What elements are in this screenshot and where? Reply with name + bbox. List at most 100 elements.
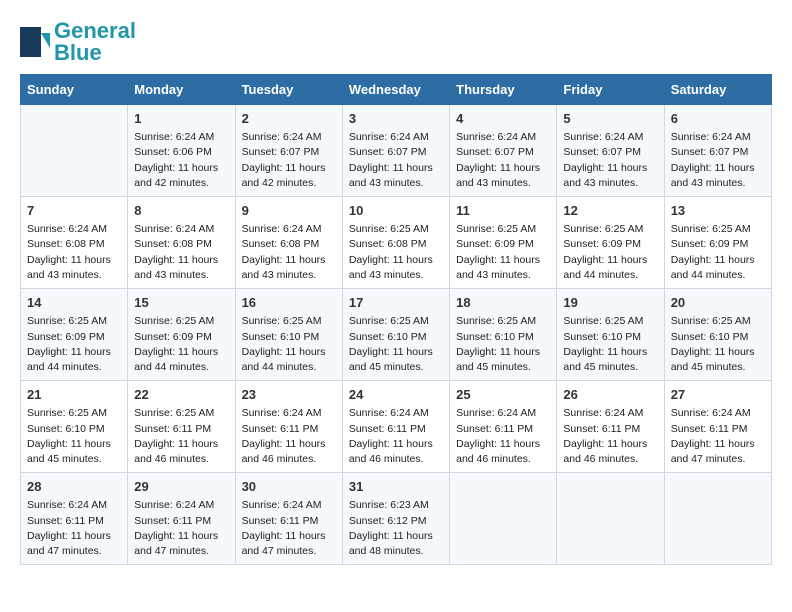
day-info: Sunrise: 6:25 AM Sunset: 6:10 PM Dayligh… [242,314,336,375]
calendar-cell: 25 Sunrise: 6:24 AM Sunset: 6:11 PM Dayli… [450,381,557,473]
day-number: 19 [563,294,657,312]
calendar-cell: 13Sunrise: 6:25 AM Sunset: 6:09 PM Dayli… [664,197,771,289]
day-number: 9 [242,202,336,220]
calendar-cell: 31Sunrise: 6:23 AM Sunset: 6:12 PM Dayli… [342,473,449,565]
day-number: 27 [671,386,765,404]
calendar-cell: 20 Sunrise: 6:25 AM Sunset: 6:10 PM Dayli… [664,289,771,381]
day-number: 6 [671,110,765,128]
calendar-cell [21,105,128,197]
weekday-header-monday: Monday [128,75,235,105]
calendar-cell: 17 Sunrise: 6:25 AM Sunset: 6:10 PM Dayli… [342,289,449,381]
calendar-cell: 6 Sunrise: 6:24 AM Sunset: 6:07 PM Daylig… [664,105,771,197]
day-number: 22 [134,386,228,404]
week-row-5: 28 Sunrise: 6:24 AM Sunset: 6:11 PM Dayli… [21,473,772,565]
calendar-cell: 2 Sunrise: 6:24 AM Sunset: 6:07 PM Daylig… [235,105,342,197]
day-info: Sunrise: 6:24 AM Sunset: 6:07 PM Dayligh… [563,130,657,191]
day-number: 26 [563,386,657,404]
day-info: Sunrise: 6:24 AM Sunset: 6:07 PM Dayligh… [671,130,765,191]
day-info: Sunrise: 6:24 AM Sunset: 6:07 PM Dayligh… [242,130,336,191]
day-number: 17 [349,294,443,312]
calendar-cell: 5 Sunrise: 6:24 AM Sunset: 6:07 PM Daylig… [557,105,664,197]
calendar-cell: 8 Sunrise: 6:24 AM Sunset: 6:08 PM Daylig… [128,197,235,289]
day-info: Sunrise: 6:25 AM Sunset: 6:09 PM Dayligh… [456,222,550,283]
calendar-cell: 10Sunrise: 6:25 AM Sunset: 6:08 PM Dayli… [342,197,449,289]
day-number: 11 [456,202,550,220]
day-number: 25 [456,386,550,404]
logo-icon [20,27,50,57]
weekday-header-thursday: Thursday [450,75,557,105]
day-number: 18 [456,294,550,312]
calendar-cell [664,473,771,565]
calendar-cell: 15 Sunrise: 6:25 AM Sunset: 6:09 PM Dayli… [128,289,235,381]
calendar-cell: 14 Sunrise: 6:25 AM Sunset: 6:09 PM Dayli… [21,289,128,381]
day-number: 29 [134,478,228,496]
calendar-cell: 21 Sunrise: 6:25 AM Sunset: 6:10 PM Dayli… [21,381,128,473]
calendar-cell: 22 Sunrise: 6:25 AM Sunset: 6:11 PM Dayli… [128,381,235,473]
day-info: Sunrise: 6:25 AM Sunset: 6:09 PM Dayligh… [27,314,121,375]
day-info: Sunrise: 6:24 AM Sunset: 6:11 PM Dayligh… [134,498,228,559]
week-row-3: 14 Sunrise: 6:25 AM Sunset: 6:09 PM Dayli… [21,289,772,381]
day-info: Sunrise: 6:24 AM Sunset: 6:11 PM Dayligh… [349,406,443,467]
day-number: 14 [27,294,121,312]
day-number: 8 [134,202,228,220]
day-number: 1 [134,110,228,128]
day-info: Sunrise: 6:24 AM Sunset: 6:11 PM Dayligh… [563,406,657,467]
calendar-cell: 7 Sunrise: 6:24 AM Sunset: 6:08 PM Daylig… [21,197,128,289]
weekday-header-saturday: Saturday [664,75,771,105]
day-info: Sunrise: 6:25 AM Sunset: 6:10 PM Dayligh… [27,406,121,467]
day-info: Sunrise: 6:24 AM Sunset: 6:11 PM Dayligh… [27,498,121,559]
day-number: 2 [242,110,336,128]
calendar-cell: 12 Sunrise: 6:25 AM Sunset: 6:09 PM Dayli… [557,197,664,289]
day-info: Sunrise: 6:24 AM Sunset: 6:11 PM Dayligh… [456,406,550,467]
calendar-cell: 1 Sunrise: 6:24 AM Sunset: 6:06 PM Daylig… [128,105,235,197]
day-number: 16 [242,294,336,312]
day-info: Sunrise: 6:24 AM Sunset: 6:11 PM Dayligh… [671,406,765,467]
day-info: Sunrise: 6:25 AM Sunset: 6:09 PM Dayligh… [563,222,657,283]
day-info: Sunrise: 6:24 AM Sunset: 6:11 PM Dayligh… [242,498,336,559]
calendar-cell: 28 Sunrise: 6:24 AM Sunset: 6:11 PM Dayli… [21,473,128,565]
day-number: 21 [27,386,121,404]
day-number: 12 [563,202,657,220]
page-header: GeneralBlue [20,20,772,64]
day-info: Sunrise: 6:25 AM Sunset: 6:09 PM Dayligh… [134,314,228,375]
day-number: 30 [242,478,336,496]
day-number: 28 [27,478,121,496]
calendar-cell: 18Sunrise: 6:25 AM Sunset: 6:10 PM Dayli… [450,289,557,381]
day-info: Sunrise: 6:25 AM Sunset: 6:11 PM Dayligh… [134,406,228,467]
calendar-cell [450,473,557,565]
calendar-cell: 9Sunrise: 6:24 AM Sunset: 6:08 PM Daylig… [235,197,342,289]
weekday-header-friday: Friday [557,75,664,105]
day-info: Sunrise: 6:24 AM Sunset: 6:08 PM Dayligh… [27,222,121,283]
day-number: 23 [242,386,336,404]
day-info: Sunrise: 6:24 AM Sunset: 6:11 PM Dayligh… [242,406,336,467]
calendar-cell: 16 Sunrise: 6:25 AM Sunset: 6:10 PM Dayli… [235,289,342,381]
weekday-header-row: SundayMondayTuesdayWednesdayThursdayFrid… [21,75,772,105]
day-number: 20 [671,294,765,312]
calendar-cell: 24 Sunrise: 6:24 AM Sunset: 6:11 PM Dayli… [342,381,449,473]
calendar-cell: 30 Sunrise: 6:24 AM Sunset: 6:11 PM Dayli… [235,473,342,565]
day-number: 24 [349,386,443,404]
day-info: Sunrise: 6:25 AM Sunset: 6:09 PM Dayligh… [671,222,765,283]
day-number: 15 [134,294,228,312]
calendar-cell: 3Sunrise: 6:24 AM Sunset: 6:07 PM Daylig… [342,105,449,197]
logo-text: GeneralBlue [54,20,136,64]
day-info: Sunrise: 6:24 AM Sunset: 6:08 PM Dayligh… [134,222,228,283]
day-number: 10 [349,202,443,220]
day-info: Sunrise: 6:25 AM Sunset: 6:10 PM Dayligh… [349,314,443,375]
weekday-header-sunday: Sunday [21,75,128,105]
calendar-cell: 26 Sunrise: 6:24 AM Sunset: 6:11 PM Dayli… [557,381,664,473]
weekday-header-wednesday: Wednesday [342,75,449,105]
day-info: Sunrise: 6:24 AM Sunset: 6:07 PM Dayligh… [456,130,550,191]
day-number: 7 [27,202,121,220]
calendar-cell: 11 Sunrise: 6:25 AM Sunset: 6:09 PM Dayli… [450,197,557,289]
day-info: Sunrise: 6:25 AM Sunset: 6:10 PM Dayligh… [671,314,765,375]
calendar-cell: 19Sunrise: 6:25 AM Sunset: 6:10 PM Dayli… [557,289,664,381]
day-info: Sunrise: 6:24 AM Sunset: 6:07 PM Dayligh… [349,130,443,191]
calendar-cell: 27 Sunrise: 6:24 AM Sunset: 6:11 PM Dayli… [664,381,771,473]
day-info: Sunrise: 6:24 AM Sunset: 6:06 PM Dayligh… [134,130,228,191]
calendar-cell: 23 Sunrise: 6:24 AM Sunset: 6:11 PM Dayli… [235,381,342,473]
calendar-cell: 4Sunrise: 6:24 AM Sunset: 6:07 PM Daylig… [450,105,557,197]
day-info: Sunrise: 6:23 AM Sunset: 6:12 PM Dayligh… [349,498,443,559]
day-number: 5 [563,110,657,128]
calendar-table: SundayMondayTuesdayWednesdayThursdayFrid… [20,74,772,565]
